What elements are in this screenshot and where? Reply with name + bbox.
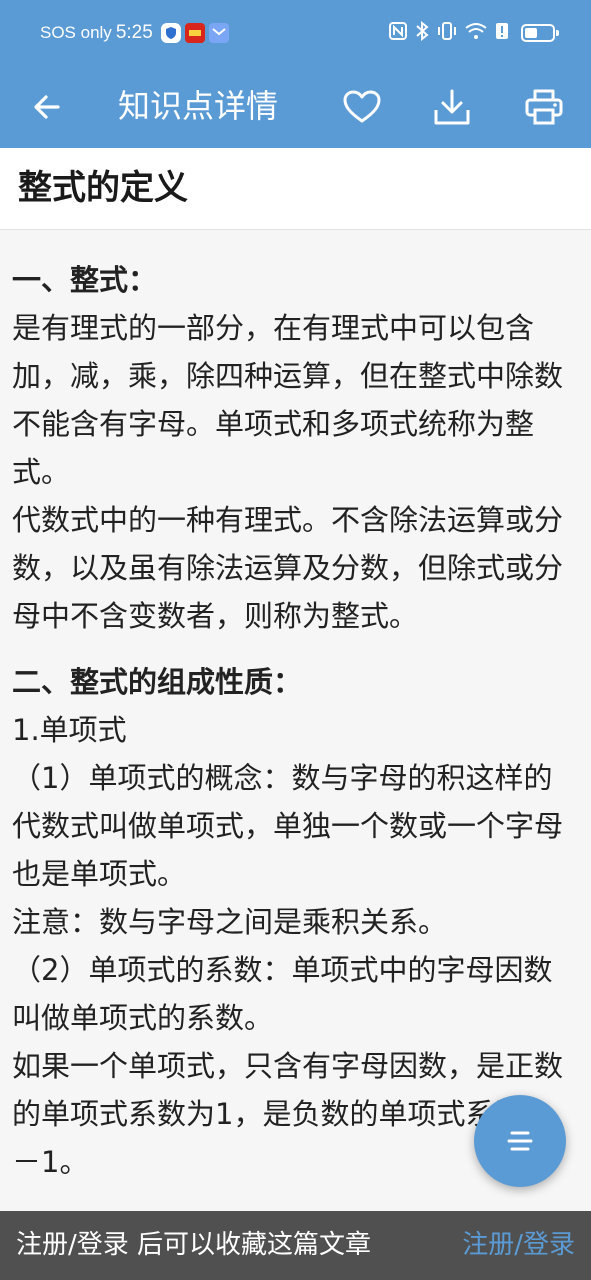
status-time: 5:25 bbox=[115, 22, 153, 43]
app-badge-icon bbox=[184, 23, 205, 43]
download-icon bbox=[434, 89, 470, 125]
heart-icon bbox=[343, 90, 381, 123]
paragraph: 代数式中的一种有理式。不含除法运算或分数，以及虽有除法运算及分数，但除式或分母中… bbox=[12, 503, 564, 633]
page-title: 知识点详情 bbox=[118, 87, 279, 125]
app-bar: 知识点详情 bbox=[0, 66, 591, 148]
battery-icon bbox=[521, 24, 559, 42]
status-right bbox=[389, 20, 559, 45]
section-heading-2: 二、整式的组成性质： bbox=[12, 665, 303, 699]
bluetooth-icon bbox=[415, 20, 429, 45]
paragraph: （2）单项式的系数：单项式中的字母因数叫做单项式的系数。 bbox=[12, 953, 553, 1035]
print-button[interactable] bbox=[519, 82, 569, 132]
download-button[interactable] bbox=[427, 82, 477, 132]
back-button[interactable] bbox=[24, 84, 70, 130]
login-prompt-text: 注册/登录 后可以收藏这篇文章 bbox=[16, 1230, 372, 1260]
vibrate-icon bbox=[437, 21, 457, 45]
menu-icon bbox=[507, 1131, 533, 1151]
login-prompt-bar: 注册/登录 后可以收藏这篇文章 注册/登录 bbox=[0, 1211, 591, 1280]
back-arrow-icon bbox=[34, 95, 60, 119]
status-left: SOS only 5:25 bbox=[40, 21, 229, 45]
shield-icon bbox=[160, 23, 181, 43]
menu-fab-button[interactable] bbox=[474, 1095, 566, 1187]
note: 注意：数与字母之间是乘积关系。 bbox=[12, 905, 448, 939]
paragraph: （1）单项式的概念：数与字母的积这样的代数式叫做单项式，单独一个数或一个字母也是… bbox=[12, 761, 564, 891]
carrier-text: SOS only bbox=[40, 23, 112, 42]
status-bar: SOS only 5:25 bbox=[0, 0, 591, 66]
wifi-icon bbox=[465, 22, 487, 44]
item-title: 1.单项式 bbox=[12, 713, 127, 747]
nfc-icon bbox=[389, 22, 407, 44]
login-link[interactable]: 注册/登录 bbox=[462, 1225, 575, 1265]
section-heading-1: 一、整式： bbox=[12, 263, 158, 297]
favorite-button[interactable] bbox=[337, 82, 387, 132]
article-content[interactable]: 一、整式： 是有理式的一部分，在有理式中可以包含加，减，乘，除四种运算，但在整式… bbox=[0, 231, 591, 1211]
alert-icon bbox=[495, 22, 509, 44]
mail-app-icon bbox=[208, 23, 229, 43]
paragraph: 是有理式的一部分，在有理式中可以包含加，减，乘，除四种运算，但在整式中除数不能含… bbox=[12, 311, 564, 489]
article-title: 整式的定义 bbox=[18, 168, 188, 208]
print-icon bbox=[525, 89, 563, 125]
article-title-bar: 整式的定义 bbox=[0, 148, 591, 230]
